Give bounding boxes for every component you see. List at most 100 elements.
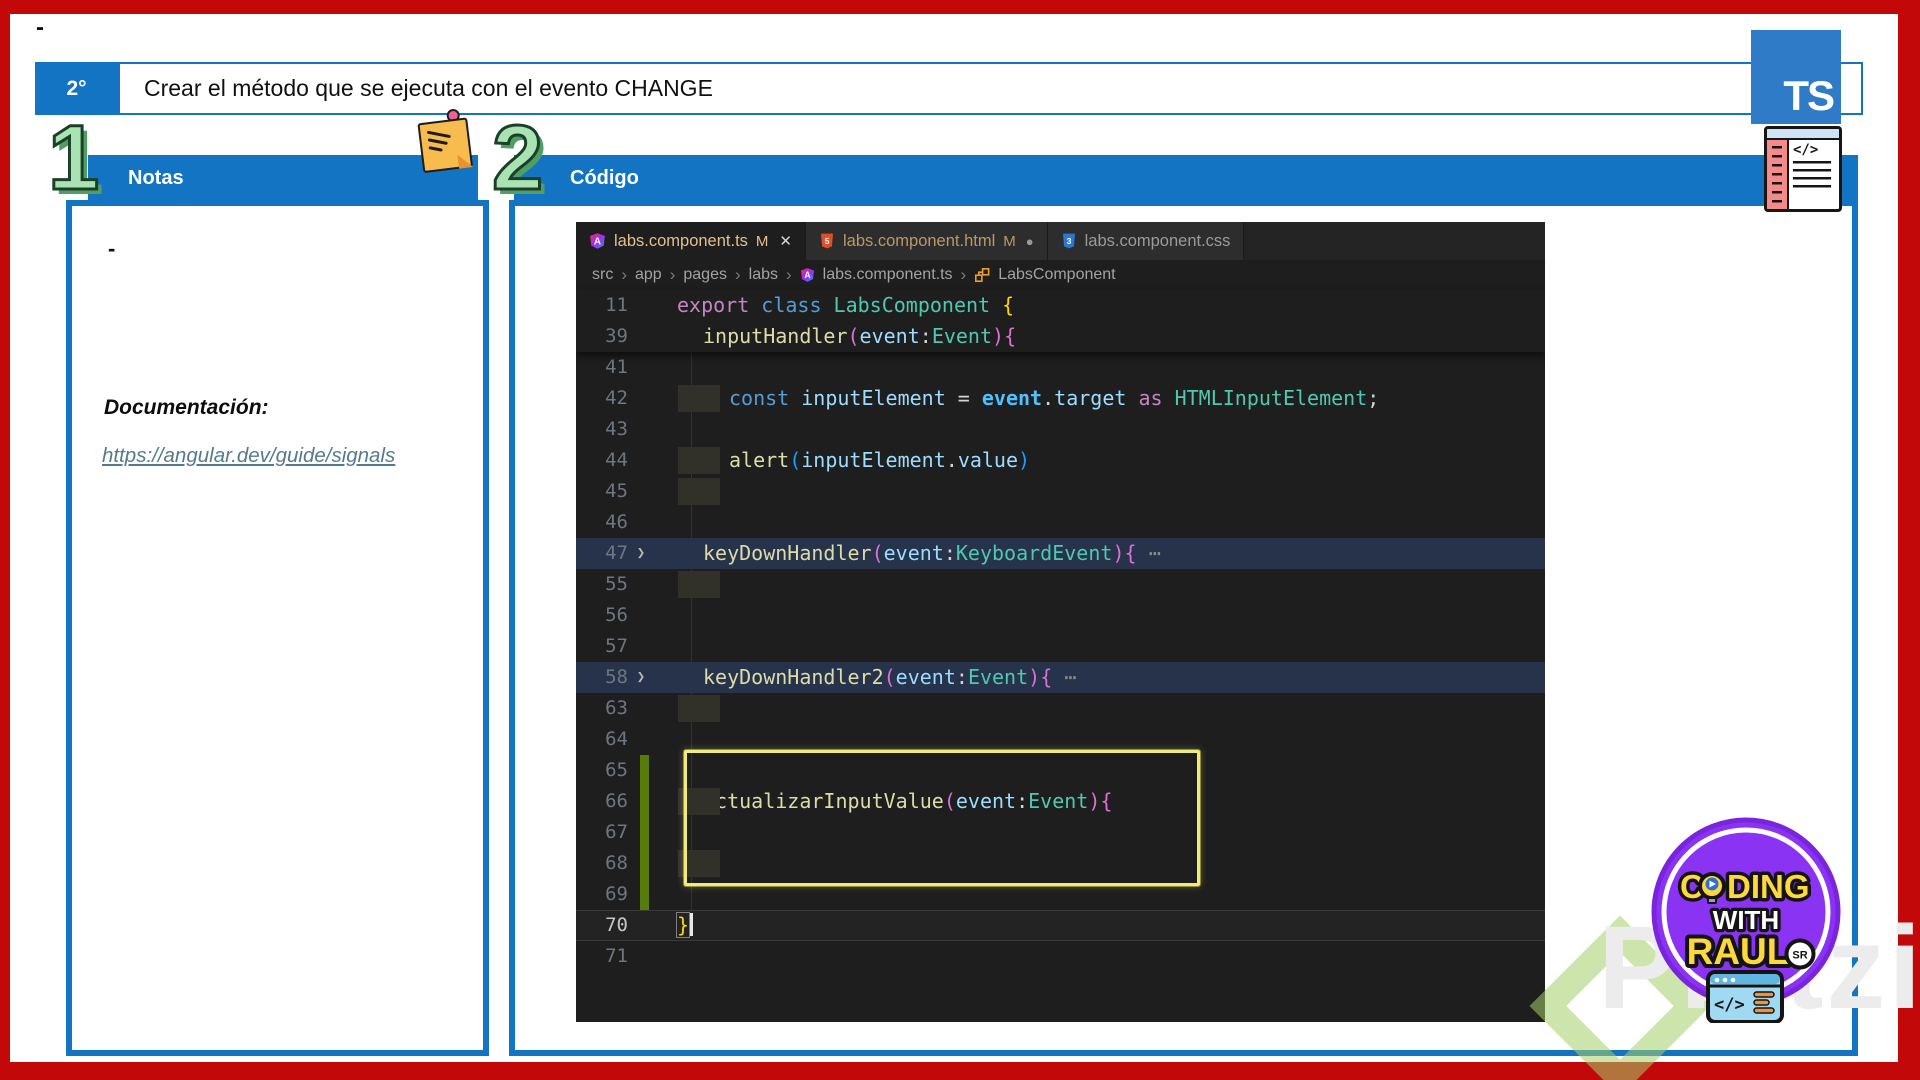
line-number: 67 <box>605 821 628 843</box>
code-line-65[interactable]: 65 <box>576 755 1545 786</box>
code-text <box>654 600 1545 631</box>
documentation-link[interactable]: https://angular.dev/guide/signals <box>102 440 458 471</box>
breadcrumb-item-src[interactable]: src <box>592 266 613 284</box>
page-title: Crear el método que se ejecuta con el ev… <box>118 62 1863 115</box>
unsaved-dot-icon[interactable]: ● <box>1026 234 1034 249</box>
notes-section-header: Notas <box>88 155 478 201</box>
breadcrumb: src › app › pages › labs › A labs.compon… <box>576 260 1545 290</box>
code-text: alert(inputElement.value) <box>654 445 1545 476</box>
code-text: inputHandler(event:Event){ <box>703 324 1017 348</box>
line-number: 42 <box>605 387 628 409</box>
breadcrumb-item-labs[interactable]: labs <box>749 266 778 284</box>
code-line-45[interactable]: 45} <box>576 476 1545 507</box>
code-line-39[interactable]: 39 inputHandler(event:Event){ <box>576 321 1545 352</box>
code-text: } <box>654 476 1545 507</box>
code-line-46[interactable]: 46 <box>576 507 1545 538</box>
code-line-67[interactable]: 67 <box>576 817 1545 848</box>
code-line-47[interactable]: 47 ❯ keyDownHandler(event:KeyboardEvent){ … <box>576 538 1545 569</box>
line-number: 57 <box>605 635 628 657</box>
gutter <box>628 445 654 476</box>
fold-arrow-icon[interactable]: ❯ <box>628 538 654 569</box>
code-line-71[interactable]: 71 <box>576 941 1545 972</box>
svg-text:5: 5 <box>825 236 830 246</box>
code-lines: 41 42 const inputElement = event.target as… <box>576 352 1545 972</box>
gutter <box>628 910 654 941</box>
tab-labs-component-html[interactable]: 5 labs.component.html M ● <box>806 222 1048 260</box>
logo-sr-badge: SR <box>1792 950 1807 962</box>
code-line-41[interactable]: 41 <box>576 352 1545 383</box>
breadcrumb-item-file[interactable]: labs.component.ts <box>823 266 953 284</box>
svg-text:A: A <box>594 237 601 248</box>
code-text: actualizarInputValue(event:Event){ <box>654 786 1545 817</box>
documentation-label: Documentación: <box>104 396 269 419</box>
gutter <box>628 755 654 786</box>
code-line-63[interactable]: 63} <box>576 693 1545 724</box>
line-number: 39 <box>605 325 628 347</box>
class-symbol-icon <box>975 267 990 282</box>
code-line-11[interactable]: 11 export class LabsComponent { <box>576 290 1545 321</box>
code-line-44[interactable]: 44 alert(inputElement.value) <box>576 445 1545 476</box>
code-text <box>654 507 1545 538</box>
gutter <box>628 569 654 600</box>
breadcrumb-item-pages[interactable]: pages <box>683 266 727 284</box>
gutter <box>628 941 654 972</box>
breadcrumb-separator: › <box>734 265 741 284</box>
logo-word1-post: DING <box>1727 868 1810 905</box>
line-number: 64 <box>605 728 628 750</box>
gutter <box>628 507 654 538</box>
code-line-58[interactable]: 58 ❯ keyDownHandler2(event:Event){ ⋯ <box>576 662 1545 693</box>
svg-text:A: A <box>804 270 811 280</box>
gutter <box>628 383 654 414</box>
line-number: 46 <box>605 511 628 533</box>
note-dash: - <box>108 236 116 261</box>
code-line-56[interactable]: 56 <box>576 600 1545 631</box>
breadcrumb-separator: › <box>786 265 792 284</box>
code-line-55[interactable]: 55} <box>576 569 1545 600</box>
code-text: keyDownHandler2(event:Event){ ⋯ <box>654 662 1545 693</box>
code-line-64[interactable]: 64 <box>576 724 1545 755</box>
tab-labs-component-ts[interactable]: A labs.component.ts M ✕ <box>576 222 806 260</box>
close-icon[interactable]: ✕ <box>779 232 792 250</box>
gutter <box>628 724 654 755</box>
line-number: 63 <box>605 697 628 719</box>
sticky-note-icon <box>417 108 478 175</box>
gutter <box>628 321 654 352</box>
breadcrumb-separator: › <box>669 265 676 284</box>
code-section-header: Código <box>514 155 1858 201</box>
code-text: } <box>654 693 1545 724</box>
logo-word3: RAUL <box>1687 931 1790 972</box>
line-number: 11 <box>605 294 628 316</box>
sticky-scroll-header: 11 export class LabsComponent { 39 inputHan… <box>576 290 1545 352</box>
tab-labs-component-css[interactable]: 3 labs.component.css <box>1047 222 1245 260</box>
breadcrumb-item-app[interactable]: app <box>635 266 662 284</box>
code-line-43[interactable]: 43 <box>576 414 1545 445</box>
code-window-icon: </> <box>1764 126 1842 212</box>
code-line-68[interactable]: 68} <box>576 848 1545 879</box>
code-text: const inputElement = event.target as HTM… <box>654 383 1545 414</box>
logo-code-window-icon: </> <box>1706 970 1784 1023</box>
line-number: 70 <box>605 914 628 936</box>
code-line-66[interactable]: 66 actualizarInputValue(event:Event){ <box>576 786 1545 817</box>
code-text: keyDownHandler(event:KeyboardEvent){ ⋯ <box>654 538 1545 569</box>
angular-icon: A <box>800 268 814 282</box>
breadcrumb-separator: › <box>621 265 627 284</box>
gutter <box>628 817 654 848</box>
git-modified-badge: M <box>1003 232 1016 250</box>
code-line-57[interactable]: 57 <box>576 631 1545 662</box>
code-line-69[interactable]: 69 <box>576 879 1545 910</box>
code-text <box>654 879 1545 910</box>
code-editor: A labs.component.ts M ✕ 5 labs.component… <box>576 222 1545 1022</box>
code-text: export class LabsComponent { <box>677 293 1015 317</box>
code-text <box>654 817 1545 848</box>
line-number: 66 <box>605 790 628 812</box>
line-number: 43 <box>605 418 628 440</box>
gutter <box>628 476 654 507</box>
code-line-70[interactable]: 70} <box>576 910 1545 941</box>
gutter <box>628 414 654 445</box>
tab-label: labs.component.css <box>1084 231 1231 250</box>
css3-icon: 3 <box>1062 233 1075 249</box>
breadcrumb-item-class[interactable]: LabsComponent <box>998 266 1115 284</box>
code-line-42[interactable]: 42 const inputElement = event.target as H… <box>576 383 1545 414</box>
fold-arrow-icon[interactable]: ❯ <box>628 662 654 693</box>
code-section-label: Código <box>570 166 639 189</box>
